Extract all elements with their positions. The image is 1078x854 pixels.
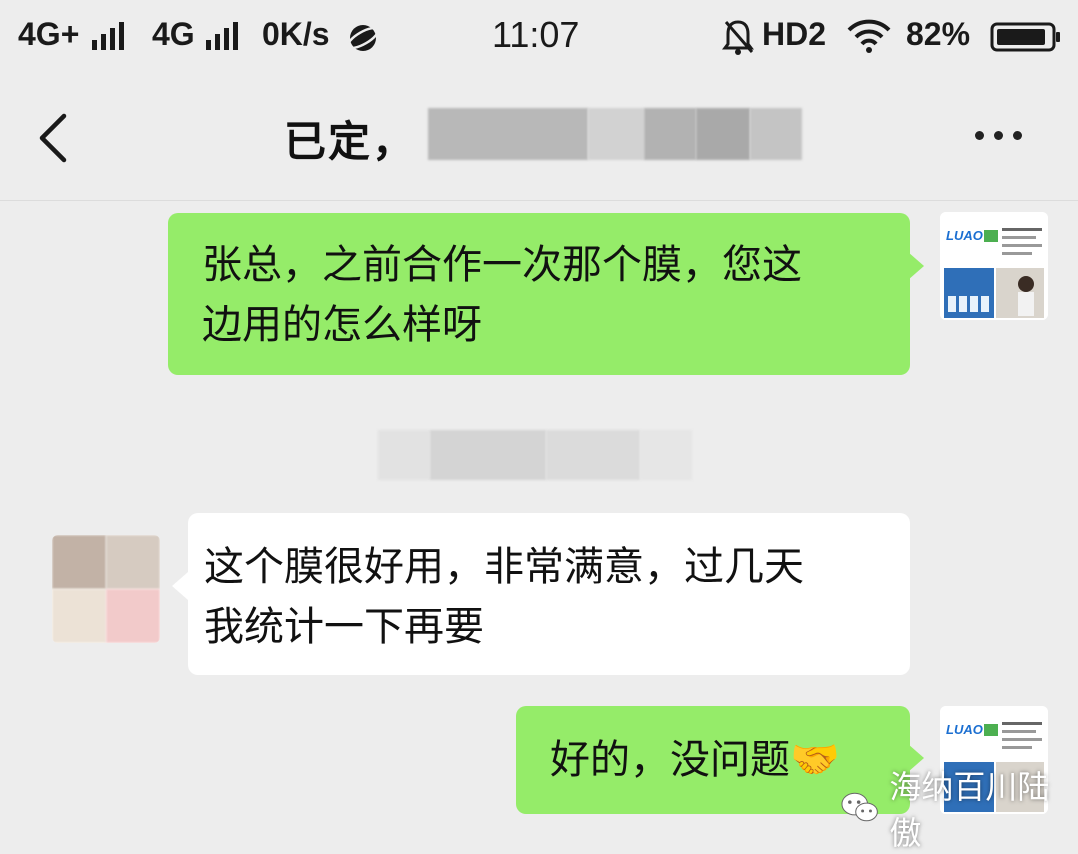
handshake-emoji: 🤝: [790, 737, 840, 783]
status-bar: 4G+ 4G 0K/s 11:07 HD2 82%: [0, 0, 1078, 78]
my-avatar[interactable]: LUAO: [940, 212, 1048, 320]
signal-icon: [206, 22, 238, 50]
mute-bell-icon: [722, 20, 754, 55]
planet-icon: [346, 25, 380, 51]
battery-percent: 82%: [906, 16, 971, 52]
watermark-text: 海纳百川陆傲: [889, 768, 1050, 852]
battery-icon: [990, 22, 1060, 52]
message-bubble-received[interactable]: 这个膜很好用，非常满意，过几天 我统计一下再要: [188, 513, 910, 675]
more-dots-icon[interactable]: [975, 120, 1035, 150]
clock: 11:07: [492, 14, 580, 55]
message-text-line: 我统计一下再要: [204, 604, 484, 650]
chat-title: 已定，: [284, 117, 417, 166]
contact-avatar[interactable]: [52, 535, 160, 643]
bubble-tail: [908, 252, 924, 280]
watermark: 海纳百川陆傲: [840, 762, 1078, 854]
bubble-tail: [172, 572, 188, 600]
message-text-line: 这个膜很好用，非常满意，过几天: [204, 544, 804, 590]
hd-label: HD2: [762, 16, 827, 52]
chat-header: 已定，: [0, 78, 1078, 201]
wechat-icon: [841, 792, 878, 822]
wifi-icon: [847, 19, 891, 53]
message-text-line: 边用的怎么样呀: [202, 302, 482, 348]
message-text: 好的，没问题: [550, 737, 790, 783]
signal-icon: [92, 22, 124, 50]
chevron-left-icon[interactable]: [30, 108, 80, 168]
network-label-2: 4G: [152, 16, 195, 52]
message-text-line: 张总，之前合作一次那个膜，您这: [202, 242, 802, 288]
net-speed: 0K/s: [262, 16, 330, 52]
network-label-1: 4G+: [18, 16, 80, 52]
brand-logo-text: LUAO: [946, 228, 983, 243]
brand-logo-text: LUAO: [946, 722, 983, 737]
message-bubble-sent[interactable]: 张总，之前合作一次那个膜，您这 边用的怎么样呀: [168, 213, 910, 375]
